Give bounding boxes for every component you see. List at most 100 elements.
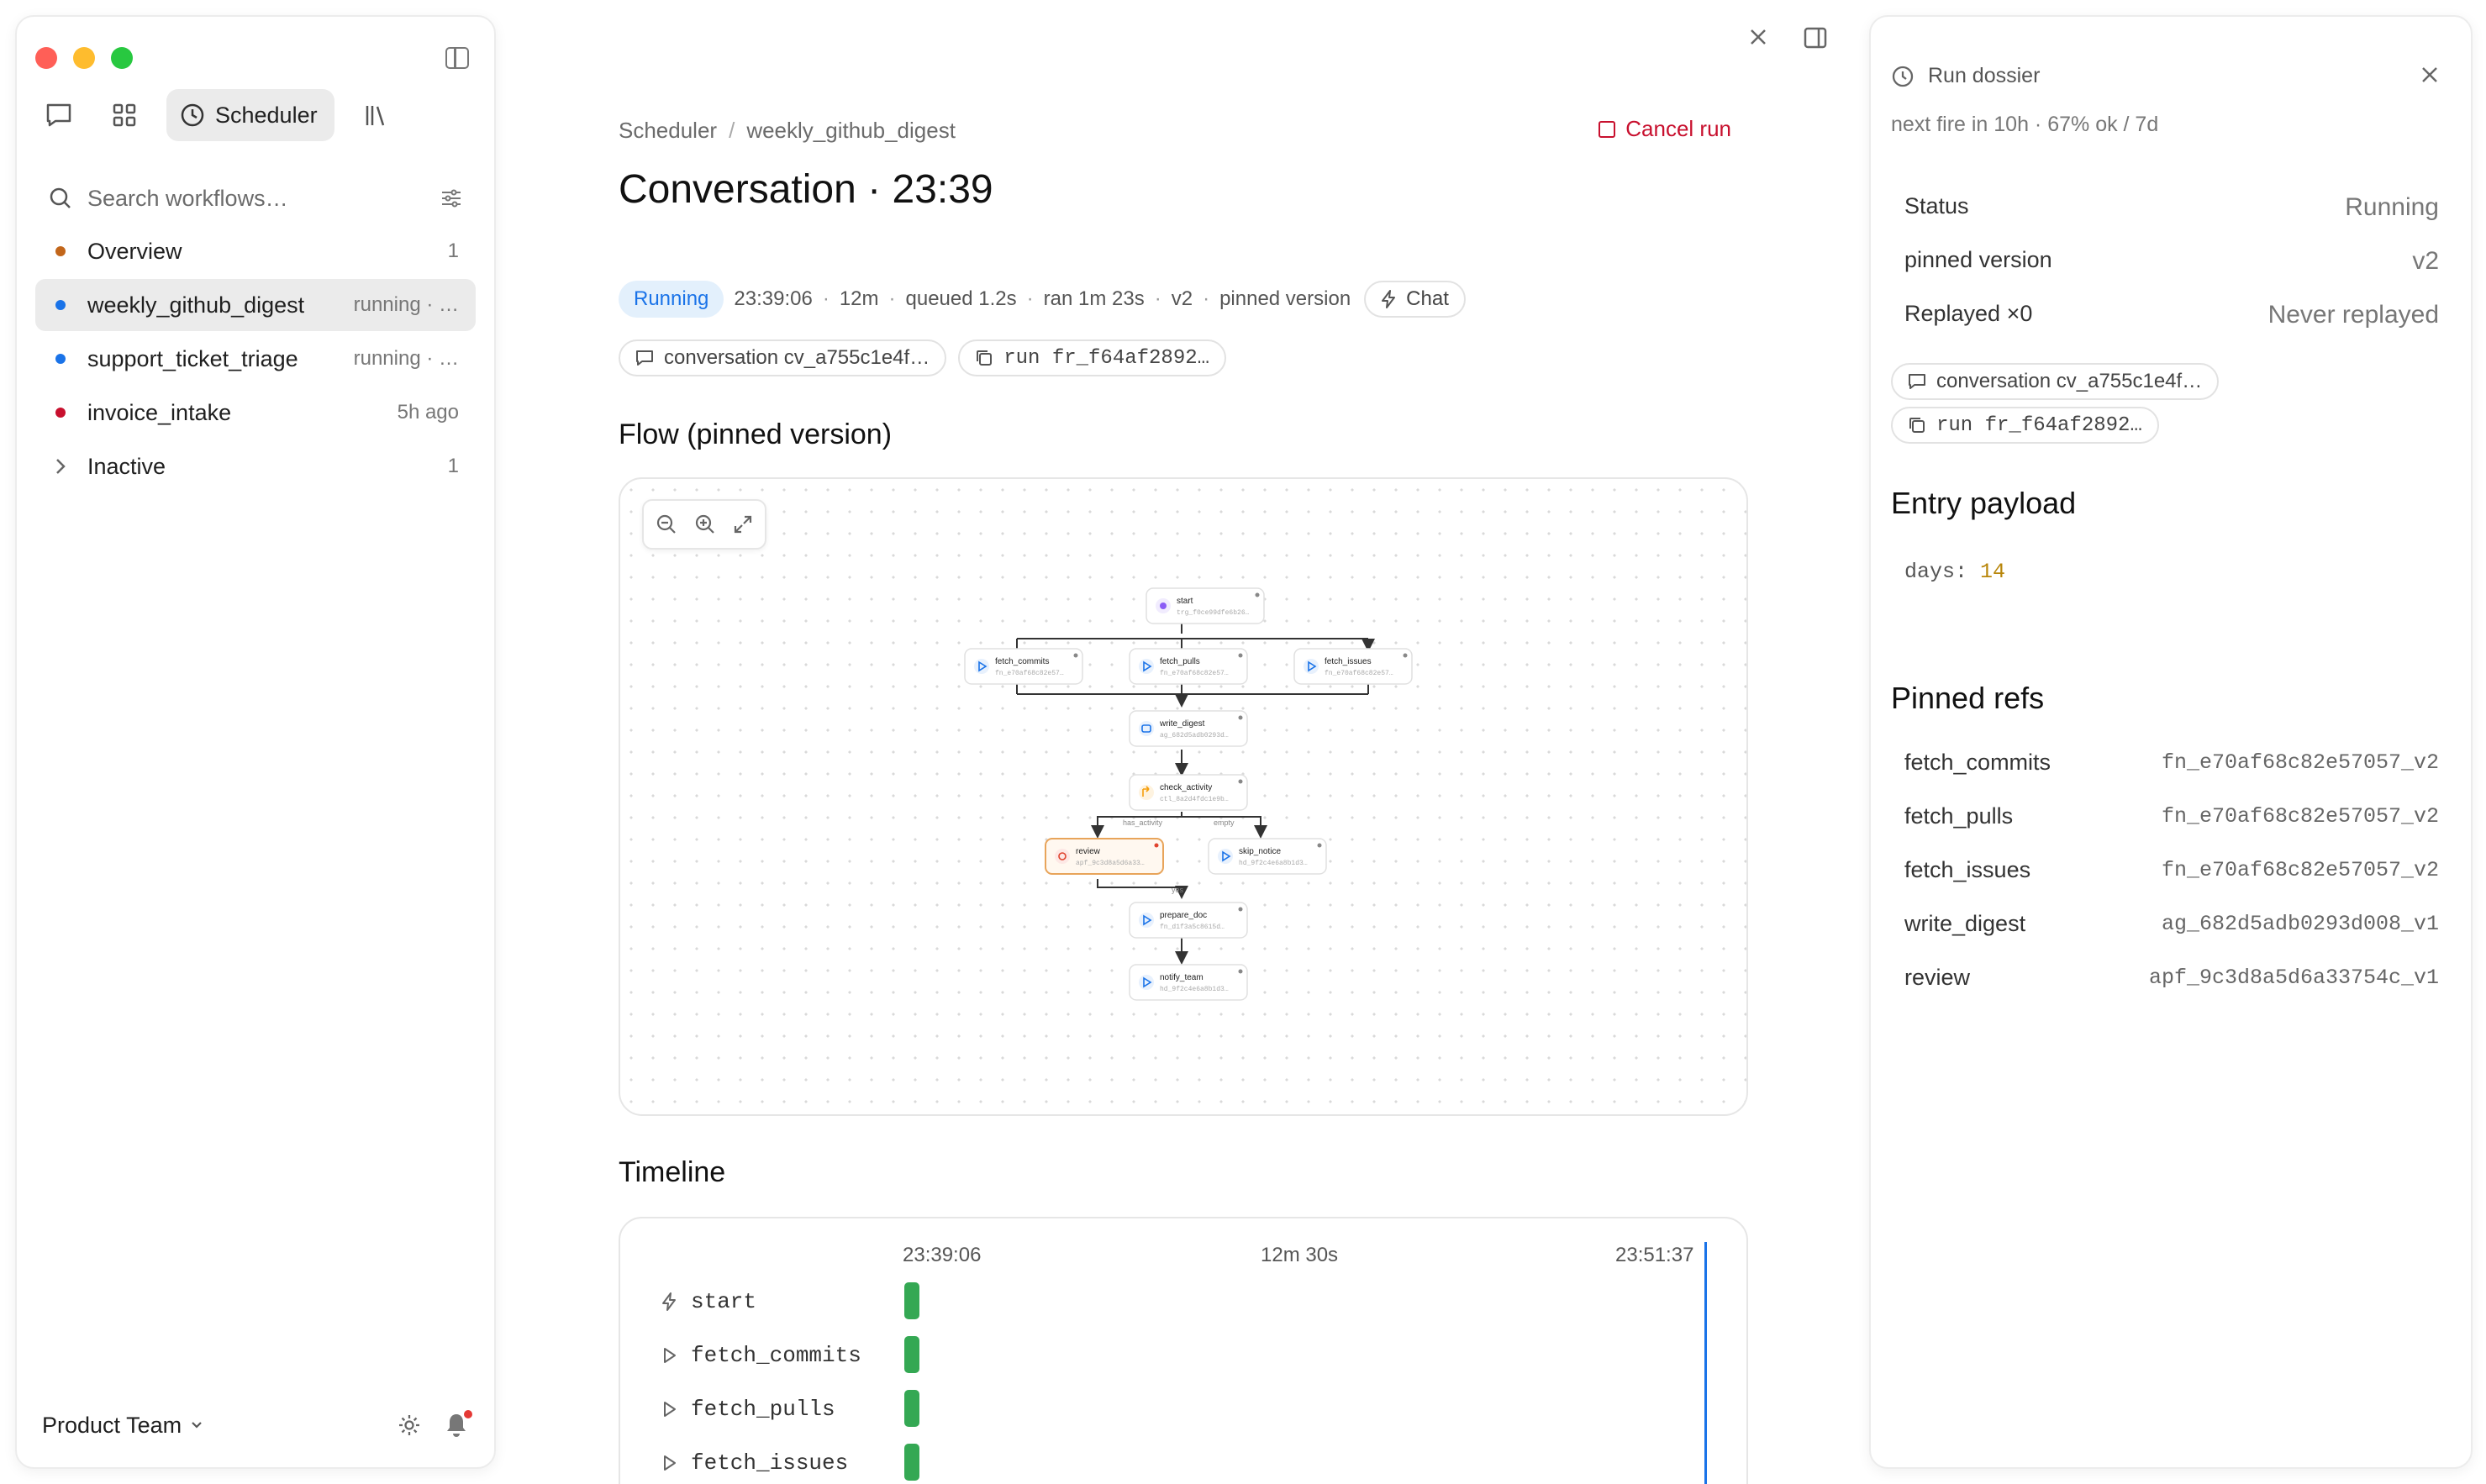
status-value: Running — [2345, 193, 2439, 221]
close-window-button[interactable] — [35, 47, 57, 69]
search-row — [49, 178, 462, 218]
breadcrumb-separator: / — [729, 118, 735, 143]
timeline-row-start[interactable]: start — [661, 1289, 756, 1314]
workflow-item-invoice-intake[interactable]: invoice_intake 5h ago — [35, 387, 476, 439]
timeline-now-marker — [1704, 1242, 1707, 1484]
node-subtitle: fn_d1f3a5c8615d… — [1160, 924, 1225, 931]
workflow-item-weekly-github-digest[interactable]: weekly_github_digest running · … — [35, 279, 476, 331]
run-chip[interactable]: run fr_f64af2892… — [958, 339, 1227, 376]
ref-value[interactable]: fn_e70af68c82e57057_v2 — [2162, 750, 2439, 775]
breadcrumb-scheduler[interactable]: Scheduler — [619, 118, 717, 144]
run-start-time: 23:39:06 — [734, 287, 813, 310]
flow-node-fetch-issues[interactable]: fetch_issues fn_e70af68c82e57… — [1293, 648, 1413, 685]
workflow-item-overview[interactable]: Overview 1 — [35, 225, 476, 277]
node-title: start — [1177, 597, 1193, 606]
breadcrumb-workflow[interactable]: weekly_github_digest — [746, 118, 956, 144]
run-dossier-panel: Run dossier next fire in 10h · 67% ok / … — [1869, 15, 2473, 1469]
inactive-count: 1 — [447, 455, 459, 477]
flow-canvas[interactable]: has_activity empty yes start trg_f0ce99d… — [619, 477, 1748, 1116]
filter-icon[interactable] — [440, 188, 462, 208]
close-icon[interactable] — [2420, 66, 2439, 84]
close-icon[interactable] — [1748, 27, 1768, 47]
node-subtitle: fn_e70af68c82e57… — [1325, 670, 1393, 677]
timeline-bar — [904, 1390, 919, 1427]
workflow-list: Overview 1 weekly_github_digest running … — [35, 225, 476, 494]
conversation-chip[interactable]: conversation cv_a755c1e4f… — [619, 339, 947, 376]
timeline-step-name: start — [691, 1289, 757, 1314]
page-title: Conversation · 23:39 — [619, 167, 993, 212]
status-row: Status Running — [1904, 193, 2439, 222]
replayed-value: Never replayed — [2267, 301, 2439, 329]
flow-node-check-activity[interactable]: check_activity ctl_8a2d4fdc1e9b… — [1129, 774, 1248, 811]
workflow-item-support-ticket-triage[interactable]: support_ticket_triage running · … — [35, 333, 476, 385]
ref-row: write_digest ag_682d5adb0293d008_v1 — [1904, 911, 2439, 937]
flow-node-fetch-pulls[interactable]: fetch_pulls fn_e70af68c82e57… — [1129, 648, 1248, 685]
workflow-meta: running · … — [353, 347, 459, 370]
status-dot — [55, 354, 66, 364]
separator: · — [1154, 287, 1161, 310]
chat-nav-icon[interactable] — [35, 92, 82, 139]
message-icon — [1909, 374, 1925, 389]
node-title: fetch_commits — [995, 657, 1049, 666]
panel-toggle-icon[interactable] — [1804, 27, 1827, 49]
maximize-window-button[interactable] — [111, 47, 133, 69]
ref-value[interactable]: apf_9c3d8a5d6a33754c_v1 — [2149, 966, 2439, 990]
dossier-subtitle: next fire in 10h · 67% ok / 7d — [1891, 113, 2159, 136]
flow-node-notify-team[interactable]: notify_team hd_9f2c4e6a8b1d3… — [1129, 964, 1248, 1001]
edge-label-yes: yes — [1172, 886, 1184, 894]
timeline-row-fetch-commits[interactable]: fetch_commits — [661, 1343, 861, 1368]
play-icon — [664, 1455, 676, 1471]
flow-node-write-digest[interactable]: write_digest ag_682d5adb0293d… — [1129, 710, 1248, 747]
grid-nav-icon[interactable] — [101, 92, 148, 139]
node-title: review — [1076, 847, 1101, 856]
conversation-chip[interactable]: conversation cv_a755c1e4f… — [1891, 363, 2220, 400]
timeline-row-fetch-issues[interactable]: fetch_issues — [661, 1450, 848, 1476]
node-title: prepare_doc — [1160, 911, 1207, 920]
conversation-id: conversation cv_a755c1e4f… — [1936, 370, 2203, 392]
timeline-bar — [904, 1282, 919, 1319]
node-subtitle: trg_f0ce99dfe6b26… — [1177, 609, 1250, 617]
node-subtitle: fn_e70af68c82e57… — [995, 670, 1064, 677]
timeline-step-name: fetch_commits — [691, 1343, 861, 1368]
node-title: fetch_pulls — [1160, 657, 1200, 666]
run-chip[interactable]: run fr_f64af2892… — [1891, 407, 2159, 444]
ref-name: fetch_issues — [1904, 857, 2031, 882]
node-title: fetch_issues — [1325, 657, 1372, 666]
separator: · — [1026, 287, 1034, 310]
team-name: Product Team — [42, 1412, 182, 1438]
library-nav-icon[interactable] — [353, 92, 400, 139]
flow-node-fetch-commits[interactable]: fetch_commits fn_e70af68c82e57… — [964, 648, 1083, 685]
copy-icon — [1909, 418, 1925, 433]
scheduler-nav-tab[interactable]: Scheduler — [166, 89, 334, 141]
flow-node-skip-notice[interactable]: skip_notice hd_9f2c4e6a8b1d3… — [1208, 838, 1327, 875]
play-icon — [664, 1348, 676, 1363]
ref-value[interactable]: fn_e70af68c82e57057_v2 — [2162, 804, 2439, 829]
sidebar-toggle-icon[interactable] — [445, 47, 469, 69]
breadcrumb: Scheduler / weekly_github_digest — [619, 118, 956, 144]
chat-button[interactable]: Chat — [1364, 281, 1466, 318]
pinned-version-row: pinned version v2 — [1904, 247, 2439, 276]
minimize-window-button[interactable] — [73, 47, 95, 69]
search-workflows-input[interactable] — [87, 185, 425, 212]
flow-node-review[interactable]: review apf_9c3d8a5d6a33… — [1045, 838, 1164, 875]
sidebar: Scheduler Overview 1 weekly_github_diges… — [15, 15, 496, 1469]
bolt-icon — [662, 1292, 676, 1311]
ref-value[interactable]: ag_682d5adb0293d008_v1 — [2162, 912, 2439, 936]
flow-node-prepare-doc[interactable]: prepare_doc fn_d1f3a5c8615d… — [1129, 902, 1248, 939]
window-toolbar — [1748, 27, 1827, 49]
ref-value[interactable]: fn_e70af68c82e57057_v2 — [2162, 858, 2439, 882]
cancel-run-button[interactable]: Cancel run — [1599, 116, 1731, 142]
workflow-name: invoice_intake — [87, 399, 232, 425]
timeline-row-fetch-pulls[interactable]: fetch_pulls — [661, 1397, 835, 1422]
flow-node-start[interactable]: start trg_f0ce99dfe6b26… — [1146, 587, 1265, 624]
notifications-button[interactable] — [444, 1410, 472, 1439]
inactive-group[interactable]: Inactive 1 — [35, 440, 476, 492]
chevron-down-icon — [192, 1422, 202, 1429]
run-age: 12m — [839, 287, 879, 310]
team-switcher[interactable]: Product Team — [42, 1413, 397, 1439]
gear-icon[interactable] — [397, 1413, 422, 1438]
separator: · — [888, 287, 896, 310]
workflow-meta: 5h ago — [397, 401, 459, 424]
scheduler-nav-label: Scheduler — [215, 102, 318, 128]
message-icon — [636, 350, 653, 366]
